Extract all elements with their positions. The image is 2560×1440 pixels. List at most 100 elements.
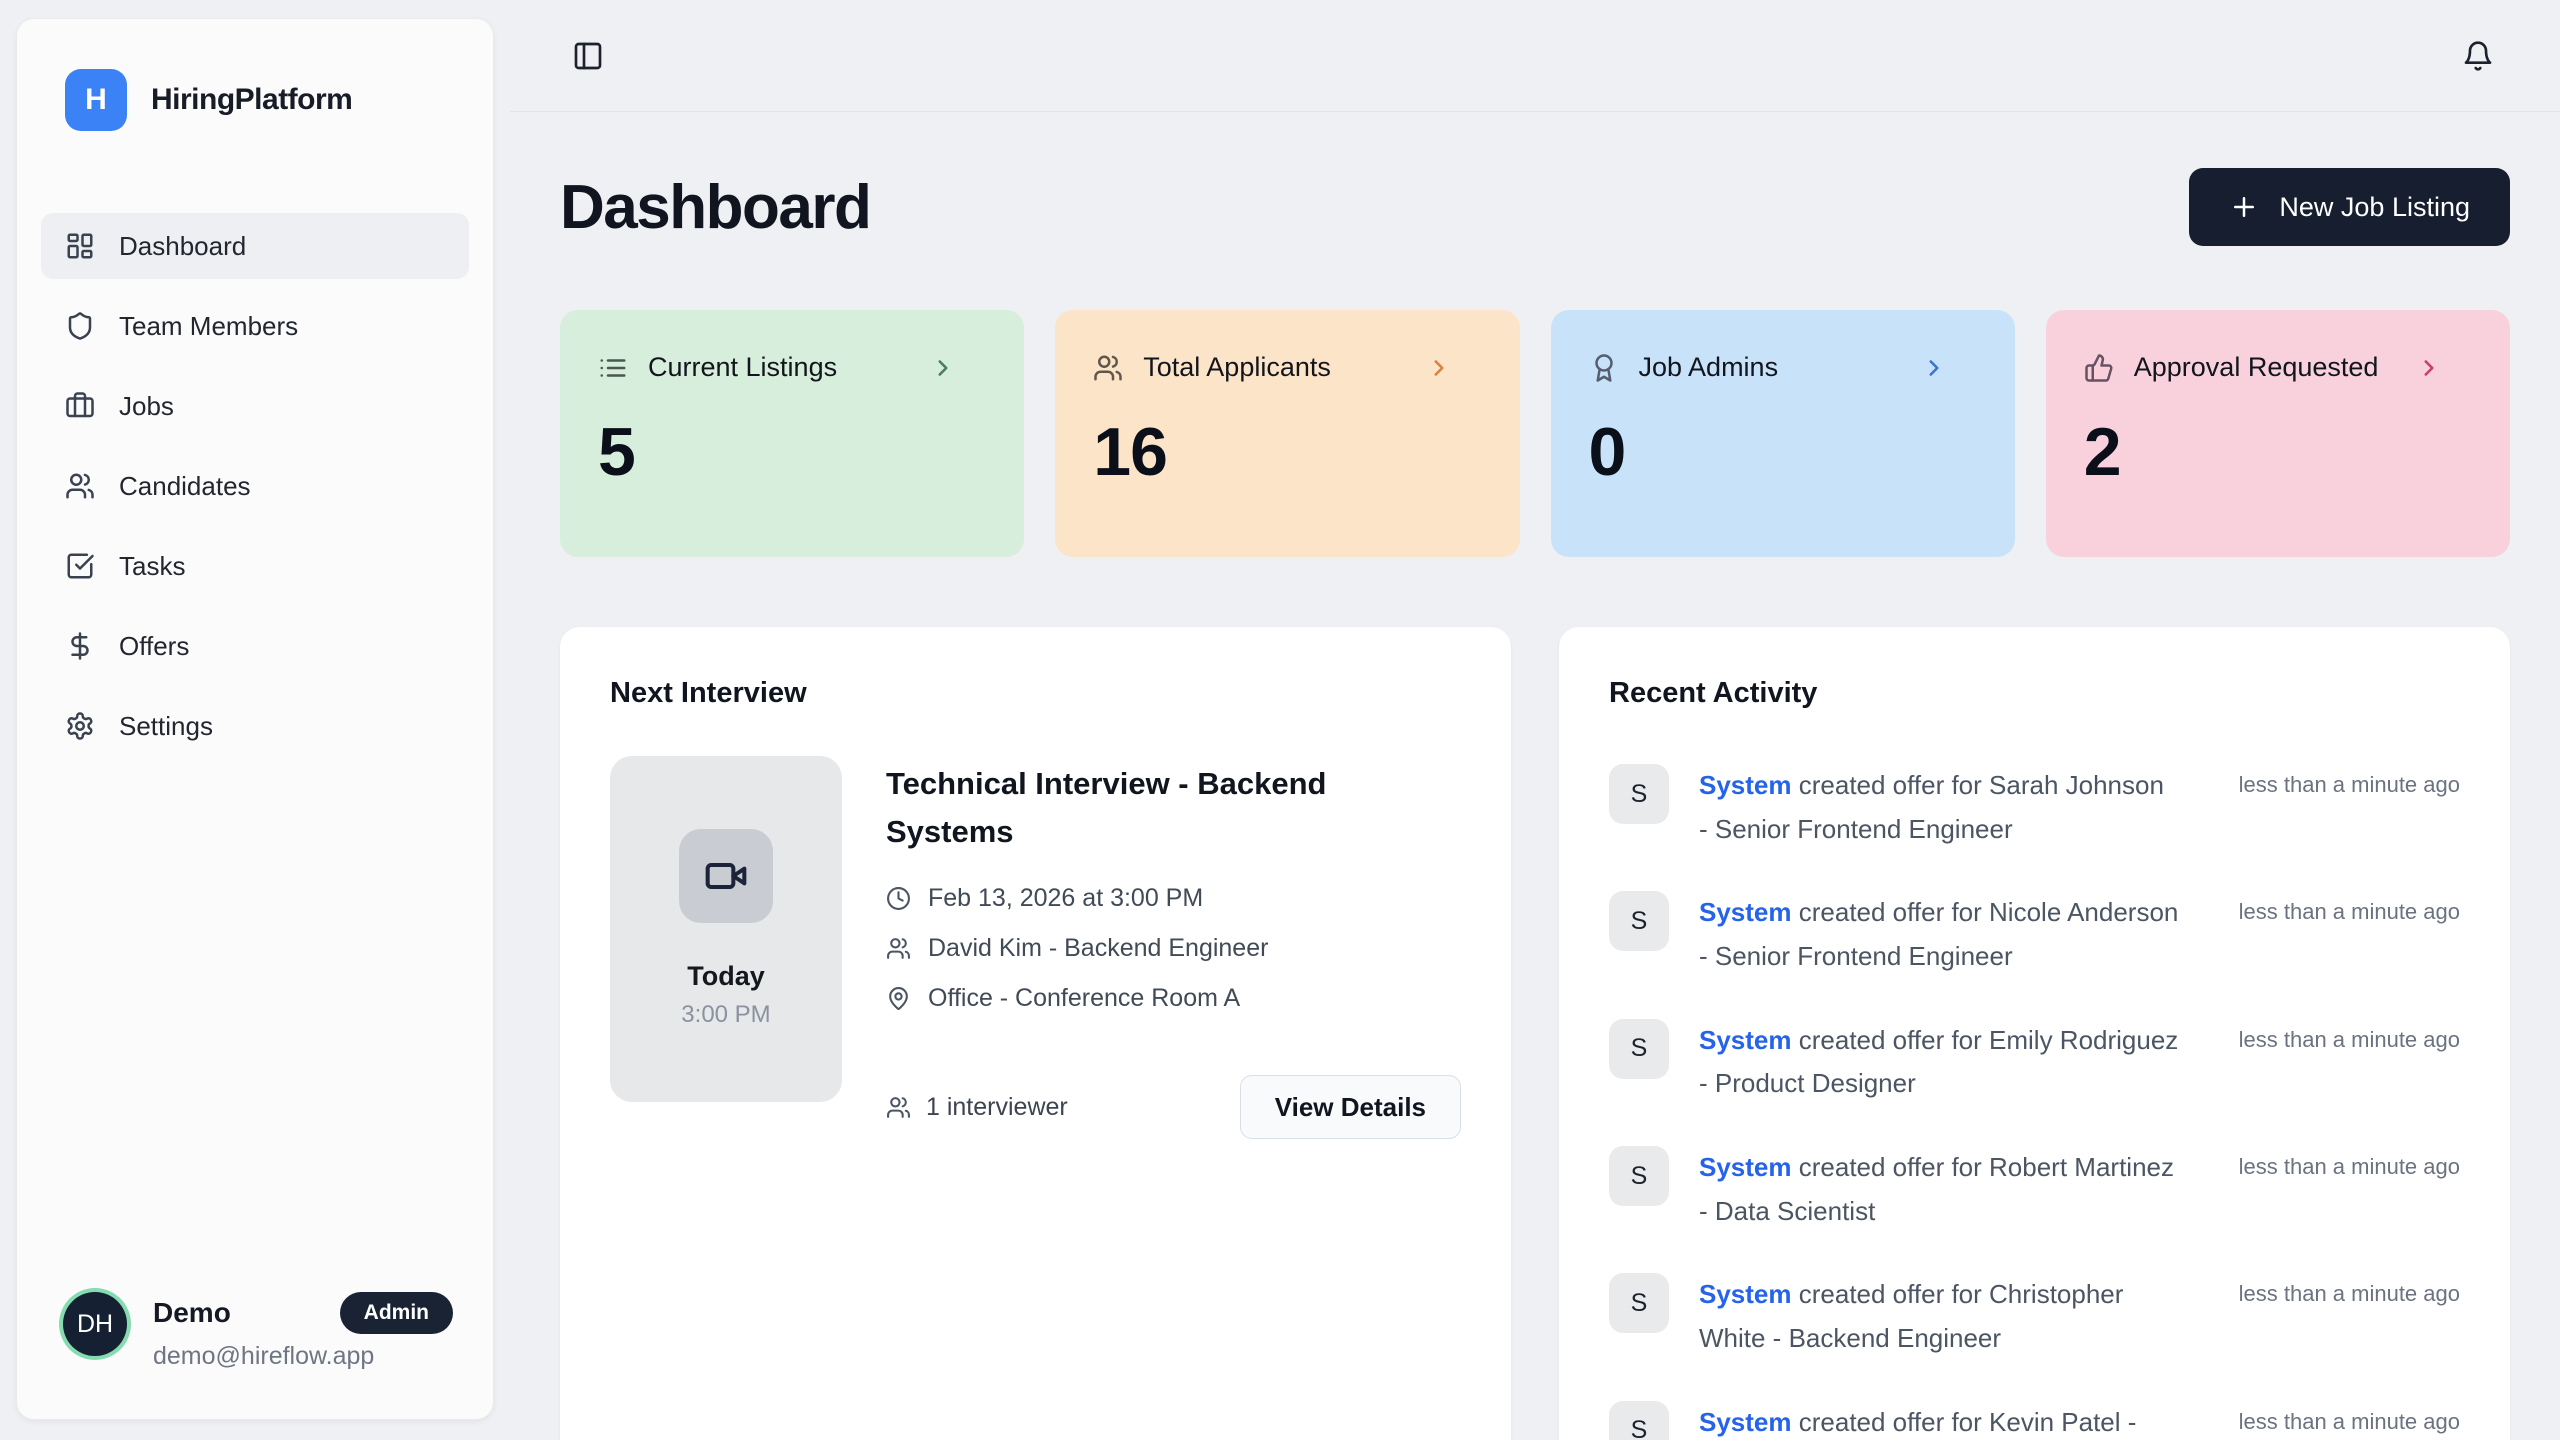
gear-icon [65, 711, 95, 741]
activity-timestamp: less than a minute ago [2239, 1019, 2460, 1053]
stat-cards: Current Listings 5 Total Applicants 16 J… [560, 310, 2510, 557]
sidebar-nav: Dashboard Team Members Jobs Candidates T… [17, 213, 493, 759]
activity-item: S System created offer for Sarah Johnson… [1609, 764, 2460, 851]
sidebar-item-candidates[interactable]: Candidates [41, 453, 469, 519]
next-interview-title: Next Interview [610, 677, 1461, 710]
panel-left-icon [572, 40, 604, 72]
activity-timestamp: less than a minute ago [2239, 891, 2460, 925]
sidebar-item-settings[interactable]: Settings [41, 693, 469, 759]
interviewer-count: 1 interviewer [886, 1093, 1068, 1122]
activity-timestamp: less than a minute ago [2239, 1273, 2460, 1307]
interview-day-label: Today [687, 961, 765, 992]
activity-timestamp: less than a minute ago [2239, 764, 2460, 798]
stat-label: Approval Requested [2134, 352, 2396, 383]
interview-person-row: David Kim - Backend Engineer [886, 934, 1461, 963]
activity-avatar: S [1609, 1273, 1669, 1333]
sidebar-item-label: Dashboard [119, 231, 246, 262]
sidebar-item-dashboard[interactable]: Dashboard [41, 213, 469, 279]
sidebar-item-offers[interactable]: Offers [41, 613, 469, 679]
sidebar-item-team-members[interactable]: Team Members [41, 293, 469, 359]
stat-card-job-admins[interactable]: Job Admins 0 [1551, 310, 2015, 557]
stat-card-total-applicants[interactable]: Total Applicants 16 [1055, 310, 1519, 557]
thumbs-up-icon [2084, 353, 2114, 383]
stat-card-approval-requested[interactable]: Approval Requested 2 [2046, 310, 2510, 557]
stat-label: Current Listings [648, 352, 910, 383]
brand: H HiringPlatform [17, 19, 493, 131]
users-icon [1093, 353, 1123, 383]
clock-icon [886, 886, 911, 911]
interview-date-tile: Today 3:00 PM [610, 756, 842, 1102]
sidebar-item-label: Jobs [119, 391, 174, 422]
dollar-icon [65, 631, 95, 661]
chevron-right-icon [2416, 355, 2442, 381]
brand-name: HiringPlatform [151, 83, 352, 117]
users-icon [65, 471, 95, 501]
activity-actor-link[interactable]: System [1699, 1407, 1792, 1437]
briefcase-icon [65, 391, 95, 421]
check-square-icon [65, 551, 95, 581]
activity-actor-link[interactable]: System [1699, 897, 1792, 927]
chevron-right-icon [1921, 355, 1947, 381]
activity-avatar: S [1609, 1019, 1669, 1079]
sidebar-item-label: Candidates [119, 471, 251, 502]
sidebar-item-label: Settings [119, 711, 213, 742]
avatar: DH [63, 1292, 127, 1356]
topbar [510, 0, 2560, 112]
activity-actor-link[interactable]: System [1699, 1025, 1792, 1055]
award-icon [1589, 353, 1619, 383]
user-email: demo@hireflow.app [153, 1342, 453, 1371]
new-job-listing-button[interactable]: New Job Listing [2189, 168, 2510, 246]
map-pin-icon [886, 986, 911, 1011]
users-icon [886, 1095, 911, 1120]
activity-avatar: S [1609, 1401, 1669, 1440]
recent-activity-title: Recent Activity [1609, 677, 2460, 710]
dashboard-grid-icon [65, 231, 95, 261]
activity-list: S System created offer for Sarah Johnson… [1609, 764, 2460, 1440]
activity-item: S System created offer for Christopher W… [1609, 1273, 2460, 1360]
activity-item: S System created offer for Kevin Patel -… [1609, 1401, 2460, 1440]
page-title: Dashboard [560, 172, 870, 243]
sidebar-item-jobs[interactable]: Jobs [41, 373, 469, 439]
panels: Next Interview Today 3:00 PM Technical I… [560, 627, 2510, 1440]
sidebar-item-tasks[interactable]: Tasks [41, 533, 469, 599]
stat-card-current-listings[interactable]: Current Listings 5 [560, 310, 1024, 557]
list-icon [598, 353, 628, 383]
chevron-right-icon [1426, 355, 1452, 381]
interview-datetime-row: Feb 13, 2026 at 3:00 PM [886, 884, 1461, 913]
video-camera-icon [704, 854, 748, 898]
activity-actor-link[interactable]: System [1699, 770, 1792, 800]
stat-value: 16 [1093, 413, 1481, 491]
user-name: Demo [153, 1297, 231, 1329]
view-details-button[interactable]: View Details [1240, 1075, 1461, 1139]
stat-value: 5 [598, 413, 986, 491]
brand-logo: H [65, 69, 127, 131]
activity-actor-link[interactable]: System [1699, 1279, 1792, 1309]
content: Dashboard New Job Listing Current Listin… [510, 112, 2560, 1440]
activity-timestamp: less than a minute ago [2239, 1401, 2460, 1435]
main-area: Dashboard New Job Listing Current Listin… [510, 0, 2560, 1440]
users-icon [886, 936, 911, 961]
shield-icon [65, 311, 95, 341]
activity-avatar: S [1609, 1146, 1669, 1206]
activity-avatar: S [1609, 764, 1669, 824]
sidebar-item-label: Team Members [119, 311, 298, 342]
activity-timestamp: less than a minute ago [2239, 1146, 2460, 1180]
notifications-button[interactable] [2462, 40, 2494, 72]
sidebar: H HiringPlatform Dashboard Team Members … [16, 18, 494, 1420]
plus-icon [2229, 192, 2259, 222]
role-badge: Admin [340, 1292, 453, 1334]
activity-actor-link[interactable]: System [1699, 1152, 1792, 1182]
sidebar-toggle-button[interactable] [572, 40, 604, 72]
activity-avatar: S [1609, 891, 1669, 951]
stat-label: Total Applicants [1143, 352, 1405, 383]
sidebar-user[interactable]: DH Demo Admin demo@hireflow.app [17, 1252, 493, 1419]
interview-location-row: Office - Conference Room A [886, 984, 1461, 1013]
sidebar-item-label: Tasks [119, 551, 185, 582]
chevron-right-icon [930, 355, 956, 381]
bell-icon [2462, 40, 2494, 72]
interview-time-label: 3:00 PM [681, 1001, 770, 1029]
stat-value: 0 [1589, 413, 1977, 491]
stat-label: Job Admins [1639, 352, 1901, 383]
activity-item: S System created offer for Nicole Anders… [1609, 891, 2460, 978]
next-interview-panel: Next Interview Today 3:00 PM Technical I… [560, 627, 1511, 1440]
